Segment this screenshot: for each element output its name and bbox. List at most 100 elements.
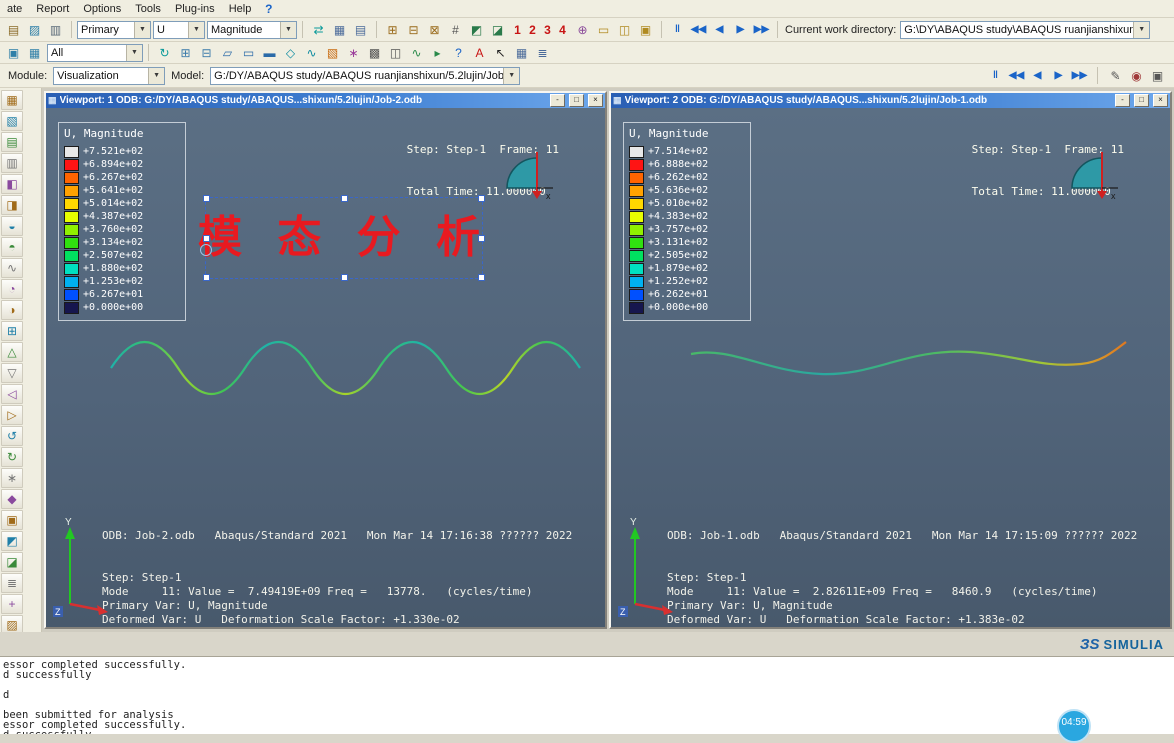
render-wireframe-icon[interactable]: ▱	[217, 43, 238, 62]
add-display-group-icon[interactable]: ⊞	[175, 43, 196, 62]
annotation-selection-box[interactable]: 模 态 分 析	[198, 195, 485, 281]
component-combo[interactable]: U ▼	[153, 20, 205, 39]
viewport-layout-3-button[interactable]: 3	[540, 21, 555, 38]
toolbox-icon[interactable]: ▽	[1, 363, 23, 383]
snapshot-camera-icon[interactable]: ◉	[1126, 66, 1147, 85]
odb-open-icon[interactable]: ▨	[24, 20, 45, 39]
chevron-down-icon[interactable]: ▼	[134, 21, 150, 38]
toolbox-icon[interactable]: ▷	[1, 405, 23, 425]
toolbox-icon[interactable]: ◓	[1, 237, 23, 257]
maximize-button[interactable]: □	[1134, 94, 1149, 107]
minimize-button[interactable]: -	[550, 94, 565, 107]
animation-first-button[interactable]: ◀◀	[1006, 66, 1027, 85]
chevron-down-icon[interactable]: ▼	[503, 67, 520, 84]
chevron-down-icon[interactable]: ▼	[126, 44, 142, 61]
toolbox-icon[interactable]: ◨	[1, 195, 23, 215]
display-group-combo[interactable]: All ▼	[47, 43, 143, 62]
module-combo[interactable]: Visualization ▼	[53, 66, 166, 85]
viewport-single-icon[interactable]: ▭	[593, 20, 614, 39]
toolbox-icon[interactable]: ◆	[1, 489, 23, 509]
annotation-text-icon[interactable]: A	[469, 43, 490, 62]
menu-item-report[interactable]: Report	[29, 1, 76, 17]
video-timer-badge[interactable]: 04:59	[1057, 709, 1091, 743]
cursor-select-icon[interactable]: ↖	[490, 43, 511, 62]
toolbox-icon[interactable]: ▥	[1, 153, 23, 173]
toolbox-icon[interactable]: ↻	[1, 447, 23, 467]
tree-toggle-icon[interactable]: ▤	[3, 20, 24, 39]
message-area[interactable]: essor completed successfully. d successfu…	[0, 656, 1174, 734]
animation-first-button[interactable]: ◀◀	[688, 20, 709, 39]
toolbox-icon[interactable]: ◒	[1, 216, 23, 236]
primary-variable-combo[interactable]: Primary ▼	[77, 20, 151, 39]
plot-symbols-icon[interactable]: ∗	[343, 43, 364, 62]
animation-pause-button[interactable]: ‖	[667, 20, 688, 39]
viewport-2-titlebar[interactable]: ▦ Viewport: 2 ODB: G:/DY/ABAQUS study/AB…	[611, 93, 1170, 108]
free-body-cut-icon[interactable]: ◩	[466, 20, 487, 39]
toolbox-icon[interactable]: ∿	[1, 258, 23, 278]
viewport-tile-icon[interactable]: ◫	[614, 20, 635, 39]
viewport-layout-2-button[interactable]: 2	[525, 21, 540, 38]
viewport-layout-4-button[interactable]: 4	[555, 21, 570, 38]
toolbox-icon[interactable]: ⊞	[1, 321, 23, 341]
menu-item-ate[interactable]: ate	[0, 1, 29, 17]
animation-last-button[interactable]: ▶▶	[751, 20, 772, 39]
field-report-icon[interactable]: ▦	[511, 43, 532, 62]
query-icon[interactable]: ?	[448, 43, 469, 62]
toolbox-icon[interactable]: ∗	[1, 468, 23, 488]
animation-pause-button[interactable]: ‖	[985, 66, 1006, 85]
toolbox-icon[interactable]: ◑	[1, 300, 23, 320]
menu-item-tools[interactable]: Tools	[128, 1, 168, 17]
work-directory-combo[interactable]: G:\DY\ABAQUS study\ABAQUS ruanjianshixun…	[900, 20, 1151, 39]
record-movie-icon[interactable]: ▣	[1147, 66, 1168, 85]
plot-undeformed-icon[interactable]: ◇	[280, 43, 301, 62]
toolbox-icon[interactable]: △	[1, 342, 23, 362]
replace-display-group-icon[interactable]: ↻	[154, 43, 175, 62]
minimize-button[interactable]: -	[1115, 94, 1130, 107]
create-display-group-icon[interactable]: ▣	[3, 43, 24, 62]
invariant-combo[interactable]: Magnitude ▼	[207, 20, 297, 39]
selection-handle[interactable]	[203, 195, 210, 202]
animation-options-icon[interactable]: ▸	[427, 43, 448, 62]
plot-deformed-icon[interactable]: ∿	[301, 43, 322, 62]
animation-play-button[interactable]: ▶	[730, 20, 751, 39]
view-cut-x-icon[interactable]: ⊞	[382, 20, 403, 39]
selection-handle[interactable]	[478, 235, 485, 242]
toolbox-icon[interactable]: ▣	[1, 510, 23, 530]
stream-display-icon[interactable]: ◪	[487, 20, 508, 39]
chevron-down-icon[interactable]: ▼	[148, 67, 165, 84]
display-group-manager-icon[interactable]: ▦	[24, 43, 45, 62]
probe-values-icon[interactable]: ⊕	[572, 20, 593, 39]
toolbox-icon[interactable]: ≣	[1, 573, 23, 593]
field-output-table-icon[interactable]: ▦	[329, 20, 350, 39]
animation-last-button[interactable]: ▶▶	[1069, 66, 1090, 85]
menu-item-help[interactable]: Help	[222, 1, 259, 17]
frame-selector-icon[interactable]: ▤	[350, 20, 371, 39]
viewport-cascade-icon[interactable]: ▣	[635, 20, 656, 39]
toolbox-icon[interactable]: ▤	[1, 132, 23, 152]
annotation-text[interactable]: 模 态 分 析	[198, 216, 490, 260]
toolbox-icon[interactable]: ◔	[1, 279, 23, 299]
view-cut-y-icon[interactable]: ⊟	[403, 20, 424, 39]
menu-item-options[interactable]: Options	[76, 1, 128, 17]
animation-previous-button[interactable]: ◀	[1027, 66, 1048, 85]
attach-annotation-icon[interactable]: ✎	[1105, 66, 1126, 85]
selection-handle[interactable]	[341, 274, 348, 281]
animation-play-button[interactable]: ▶	[1048, 66, 1069, 85]
selection-handle[interactable]	[203, 235, 210, 242]
render-shaded-icon[interactable]: ▬	[259, 43, 280, 62]
toolbox-icon[interactable]: ▦	[1, 90, 23, 110]
chevron-down-icon[interactable]: ▼	[280, 21, 296, 38]
context-help-icon[interactable]: ?	[258, 0, 279, 18]
viewport-layout-1-button[interactable]: 1	[510, 21, 525, 38]
view-cut-manager-icon[interactable]: #	[445, 20, 466, 39]
viewport-1-titlebar[interactable]: ▦ Viewport: 1 ODB: G:/DY/ABAQUS study/AB…	[46, 93, 605, 108]
toolbox-icon[interactable]: ◪	[1, 552, 23, 572]
toolbox-icon[interactable]: ◩	[1, 531, 23, 551]
animate-time-history-icon[interactable]: ∿	[406, 43, 427, 62]
selection-handle[interactable]	[341, 195, 348, 202]
close-button[interactable]: ×	[1153, 94, 1168, 107]
model-combo[interactable]: G:/DY/ABAQUS study/ABAQUS ruanjianshixun…	[210, 66, 521, 85]
toolbox-icon[interactable]: ▧	[1, 111, 23, 131]
render-hidden-icon[interactable]: ▭	[238, 43, 259, 62]
viewport-1-canvas[interactable]: U, Magnitude +7.521e+02 +6.894e+02 +6.267e…	[46, 108, 605, 627]
